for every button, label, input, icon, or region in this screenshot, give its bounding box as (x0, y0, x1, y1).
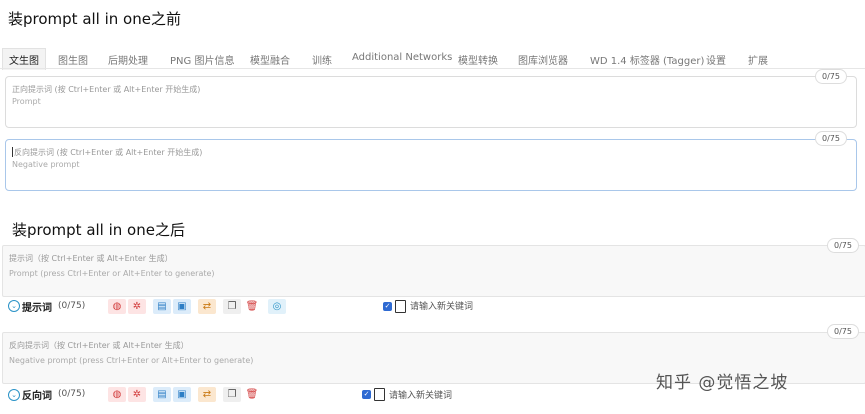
settings-icon[interactable]: ✲ (128, 387, 146, 402)
prompt-label: 提示词 (22, 303, 52, 314)
trash-icon[interactable]: 🗑 (243, 299, 261, 314)
tab-png-info[interactable]: PNG 图片信息 (170, 52, 234, 67)
token-counter: 0/75 (815, 69, 847, 84)
trash-icon[interactable]: 🗑 (243, 387, 261, 402)
globe-icon[interactable]: ◍ (108, 299, 126, 314)
positive-prompt-placeholder-en: Prompt (12, 97, 41, 106)
tab-model-merge[interactable]: 模型融合 (250, 52, 290, 67)
keyword-checkbox[interactable]: ✓ (383, 302, 392, 311)
bookmark-icon[interactable]: ▣ (173, 387, 191, 402)
prompt-token-count: (0/75) (58, 301, 86, 311)
copy-icon[interactable]: ❐ (223, 387, 241, 402)
negative-prompt-box-before[interactable]: 反向提示词 (按 Ctrl+Enter 或 Alt+Enter 开始生成) Ne… (5, 139, 857, 191)
document-icon[interactable] (395, 300, 406, 313)
collapse-toggle-icon[interactable]: ⌄ (8, 389, 20, 401)
document-icon[interactable] (374, 388, 385, 401)
keyword-checkbox[interactable]: ✓ (362, 390, 371, 399)
keyword-input[interactable]: 请输入新关键词 (410, 299, 473, 312)
tab-postprocess[interactable]: 后期处理 (108, 52, 148, 67)
positive-prompt-box-after[interactable]: 提示词（按 Ctrl+Enter 或 Alt+Enter 生成） Prompt … (2, 245, 865, 297)
negative-label: 反向词 (22, 391, 52, 402)
before-heading: 装prompt all in one之前 (8, 10, 181, 28)
tab-txt2img[interactable]: 文生图 (2, 48, 46, 70)
tab-divider (0, 68, 865, 69)
translate-icon[interactable]: ⇄ (198, 299, 216, 314)
globe-icon[interactable]: ◍ (108, 387, 126, 402)
tab-train[interactable]: 训练 (312, 52, 332, 67)
negative-token-count: (0/75) (58, 389, 86, 399)
negative-prompt-placeholder-en: Negative prompt (12, 160, 80, 169)
positive-prompt-placeholder-en: Prompt (press Ctrl+Enter or Alt+Enter to… (9, 269, 215, 278)
after-heading: 装prompt all in one之后 (12, 221, 185, 239)
text-caret (12, 147, 13, 157)
keyword-input[interactable]: 请输入新关键词 (389, 388, 452, 401)
tab-bar: 文生图 图生图 后期处理 PNG 图片信息 模型融合 训练 Additional… (0, 48, 865, 70)
tab-tagger[interactable]: WD 1.4 标签器 (Tagger) (590, 52, 704, 67)
tab-extensions[interactable]: 扩展 (748, 52, 768, 67)
token-counter: 0/75 (827, 324, 859, 339)
settings-icon[interactable]: ✲ (128, 299, 146, 314)
import-icon[interactable]: ▤ (153, 299, 171, 314)
collapse-toggle-icon[interactable]: ⌄ (8, 300, 20, 312)
positive-prompt-box-before[interactable]: 正向提示词 (按 Ctrl+Enter 或 Alt+Enter 开始生成) Pr… (5, 76, 857, 128)
import-icon[interactable]: ▤ (153, 387, 171, 402)
tab-settings[interactable]: 设置 (706, 52, 726, 67)
tab-additional-networks[interactable]: Additional Networks (352, 52, 452, 63)
watermark: 知乎 @觉悟之坡 (656, 373, 789, 393)
translate-icon[interactable]: ⇄ (198, 387, 216, 402)
negative-prompt-placeholder: 反向提示词（按 Ctrl+Enter 或 Alt+Enter 生成） (9, 341, 189, 350)
web-icon[interactable]: ◎ (268, 299, 286, 314)
positive-prompt-placeholder: 提示词（按 Ctrl+Enter 或 Alt+Enter 生成） (9, 254, 173, 263)
copy-icon[interactable]: ❐ (223, 299, 241, 314)
negative-prompt-placeholder-en: Negative prompt (press Ctrl+Enter or Alt… (9, 356, 254, 365)
negative-prompt-placeholder: 反向提示词 (按 Ctrl+Enter 或 Alt+Enter 开始生成) (14, 148, 203, 157)
token-counter: 0/75 (827, 238, 859, 253)
tab-gallery[interactable]: 图库浏览器 (518, 52, 568, 67)
tab-model-convert[interactable]: 模型转换 (458, 52, 498, 67)
bookmark-icon[interactable]: ▣ (173, 299, 191, 314)
positive-prompt-placeholder: 正向提示词 (按 Ctrl+Enter 或 Alt+Enter 开始生成) (12, 85, 201, 94)
token-counter: 0/75 (815, 131, 847, 146)
tab-img2img[interactable]: 图生图 (58, 52, 88, 67)
